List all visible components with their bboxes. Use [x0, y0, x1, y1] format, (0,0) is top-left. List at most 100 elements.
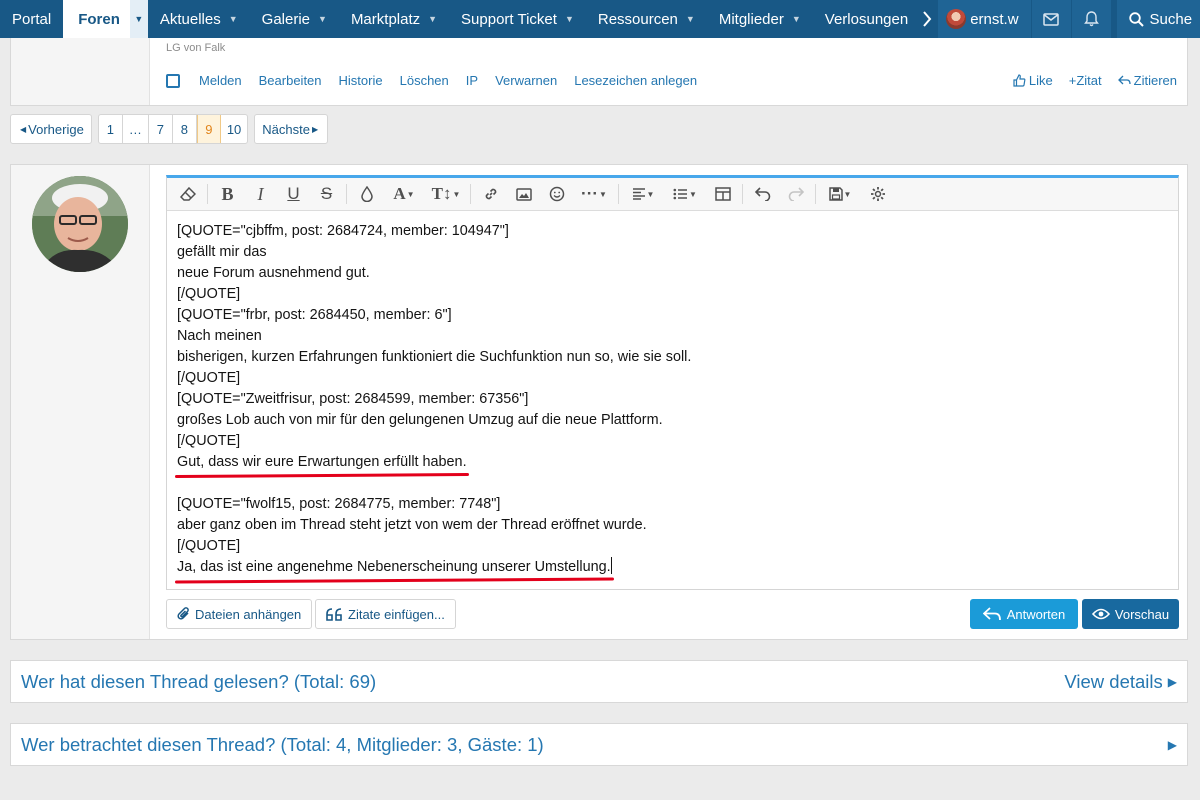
insert-quotes-button[interactable]: Zitate einfügen...	[315, 599, 456, 629]
action-historie[interactable]: Historie	[339, 73, 383, 88]
underline-icon[interactable]: U	[277, 178, 310, 211]
thread-viewers-block[interactable]: Wer betrachtet diesen Thread? (Total: 4,…	[10, 723, 1188, 766]
text-cursor	[610, 557, 612, 574]
chevron-down-icon: ▼	[428, 14, 438, 24]
toolbar-divider	[742, 184, 743, 204]
bell-icon[interactable]	[1070, 0, 1111, 38]
like-button[interactable]: Like	[1013, 73, 1053, 88]
text-line: bisherigen, kurzen Erfahrungen funktioni…	[177, 349, 692, 365]
redo-icon[interactable]	[779, 178, 812, 211]
select-checkbox[interactable]	[166, 73, 180, 88]
top-navigation: Portal Foren ▼ Aktuelles ▼ Galerie ▼ Markt…	[0, 0, 1200, 38]
thread-readers-block[interactable]: Wer hat diesen Thread gelesen? (Total: 6…	[10, 660, 1188, 703]
text-line: Nach meinen	[177, 328, 262, 344]
table-icon[interactable]	[706, 178, 739, 211]
action-lesezeichen[interactable]: Lesezeichen anlegen	[574, 73, 697, 88]
reply-arrow-icon	[982, 607, 1001, 621]
tab-mitglieder[interactable]: Mitglieder ▼	[707, 0, 813, 38]
image-icon[interactable]	[507, 178, 540, 211]
chevron-down-icon: ▼	[228, 14, 238, 24]
toolbar-divider	[815, 184, 816, 204]
page-numbers: 1 … 7 8 9 10	[97, 114, 249, 144]
text-line-empty	[177, 473, 1168, 494]
zitat-button[interactable]: + Zitat	[1069, 73, 1102, 88]
view-details-link[interactable]: View details ▶	[1064, 671, 1177, 693]
action-verwarnen[interactable]: Verwarnen	[495, 73, 557, 88]
preview-button[interactable]: Vorschau	[1082, 599, 1179, 629]
zitieren-button[interactable]: Zitieren	[1117, 73, 1177, 88]
more-icon[interactable]: ··· ▼	[573, 178, 615, 211]
avatar	[32, 176, 128, 272]
message-textarea[interactable]: [QUOTE="cjbffm, post: 2684724, member: 1…	[167, 211, 1178, 587]
undo-icon[interactable]	[746, 178, 779, 211]
text-line: [QUOTE="fwolf15, post: 2684775, member: …	[177, 496, 501, 512]
toolbar-divider	[470, 184, 471, 204]
list-icon[interactable]: ▼	[664, 178, 706, 211]
align-icon[interactable]: ▼	[622, 178, 664, 211]
tab-aktuelles[interactable]: Aktuelles ▼	[148, 0, 250, 38]
page-link[interactable]: 1	[99, 115, 123, 143]
previous-page-button[interactable]: ◀ Vorherige	[10, 114, 92, 144]
chevron-down-icon: ▼	[685, 14, 695, 24]
tab-label: Ressourcen	[597, 10, 678, 28]
smiley-icon[interactable]	[540, 178, 573, 211]
tab-label: Marktplatz	[350, 10, 421, 28]
tab-label: Foren	[78, 10, 120, 28]
tab-marktplatz[interactable]: Marktplatz ▼	[339, 0, 449, 38]
reply-label: Antworten	[1006, 606, 1066, 622]
color-drop-icon[interactable]	[350, 178, 383, 211]
attach-files-button[interactable]: Dateien anhängen	[166, 599, 313, 629]
text-line-reply: Gut, dass wir eure Erwartungen erfüllt h…	[177, 452, 1168, 473]
action-bearbeiten[interactable]: Bearbeiten	[259, 73, 322, 88]
text-line: [/QUOTE]	[177, 538, 241, 554]
block-title: Wer hat diesen Thread gelesen? (Total: 6…	[21, 670, 377, 692]
bold-icon[interactable]: B	[211, 178, 244, 211]
user-menu[interactable]: ernst.w	[938, 0, 1031, 38]
text-line: aber ganz oben im Thread steht jetzt von…	[177, 517, 647, 533]
previous-post: LG von Falk Melden Bearbeiten Historie L…	[10, 38, 1188, 106]
drafts-icon[interactable]: ▼	[819, 178, 861, 211]
quick-reply: B I U S A ▼ T↕ ▼ ··· ▼ ▼ ▼ ▼ [QUOTE="cjb…	[10, 164, 1188, 640]
tab-ressourcen[interactable]: Ressourcen ▼	[586, 0, 707, 38]
caret-right-icon: ▶	[1167, 674, 1177, 689]
page-link[interactable]: 8	[173, 115, 197, 143]
page-current[interactable]: 9	[196, 115, 221, 143]
settings-icon[interactable]	[861, 178, 894, 211]
font-family-icon[interactable]: A ▼	[383, 178, 425, 211]
link-icon[interactable]	[474, 178, 507, 211]
page-link[interactable]: 7	[149, 115, 173, 143]
post-reactions: Like + Zitat Zitieren	[997, 73, 1177, 88]
paperclip-icon	[177, 606, 189, 620]
tab-portal[interactable]: Portal	[0, 0, 63, 38]
tab-foren[interactable]: Foren ▼	[63, 0, 148, 38]
page-link[interactable]: 10	[221, 115, 247, 143]
search-button[interactable]: Suche	[1116, 0, 1200, 38]
text-line: gefällt mir das	[177, 244, 267, 260]
search-label: Suche	[1149, 10, 1193, 28]
font-size-icon[interactable]: T↕ ▼	[425, 178, 467, 211]
page-ellipsis[interactable]: …	[123, 115, 149, 143]
reply-button[interactable]: Antworten	[970, 599, 1078, 629]
expand-toggle[interactable]: ▶	[1163, 738, 1177, 752]
thumbs-up-icon	[1013, 74, 1026, 87]
tab-galerie[interactable]: Galerie ▼	[250, 0, 339, 38]
envelope-icon[interactable]	[1030, 0, 1071, 38]
tab-support-ticket[interactable]: Support Ticket ▼	[449, 0, 586, 38]
tab-verlosungen[interactable]: Verlosungen	[813, 0, 920, 38]
action-ip[interactable]: IP	[466, 73, 478, 88]
user-column	[11, 38, 150, 105]
zitieren-label: Zitieren	[1133, 73, 1177, 88]
action-melden[interactable]: Melden	[199, 73, 242, 88]
toolbar-divider	[618, 184, 619, 204]
next-page-button[interactable]: Nächste ▶	[254, 114, 329, 144]
chevron-down-icon[interactable]: ▼	[129, 0, 148, 38]
pagination: ◀ Vorherige 1 … 7 8 9 10 Nächste ▶	[10, 114, 329, 144]
italic-icon[interactable]: I	[244, 178, 277, 211]
block-title: Wer betrachtet diesen Thread? (Total: 4,…	[21, 733, 544, 755]
tab-label: Aktuelles	[159, 10, 221, 28]
action-loeschen[interactable]: Löschen	[400, 73, 449, 88]
chevron-right-icon[interactable]	[920, 0, 938, 38]
strikethrough-icon[interactable]: S	[310, 178, 343, 211]
nav-user-area: ernst.w Suche	[920, 0, 1200, 38]
eraser-icon[interactable]	[171, 178, 204, 211]
